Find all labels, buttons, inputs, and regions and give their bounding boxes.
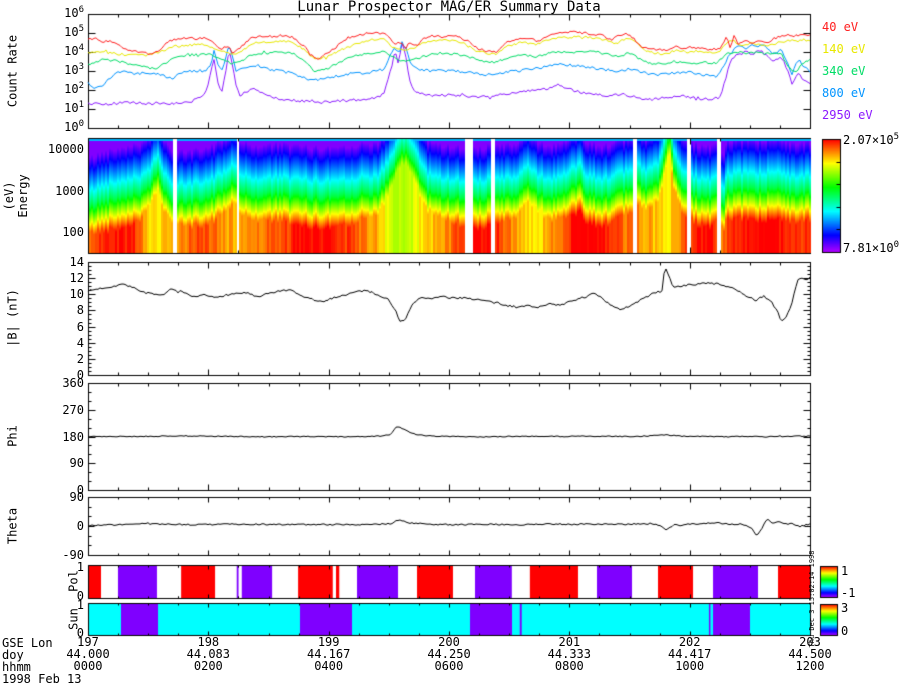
sun-colorbar-min-label: 0	[841, 624, 849, 638]
x-tick-label-hhmm: 0400	[314, 659, 344, 673]
pol-colorbar-min-label: -1	[841, 586, 856, 600]
y-tick-label-phi: 360	[62, 376, 84, 390]
spectrogram-colorbar-max-label: 2.07×105	[843, 132, 899, 147]
y-axis-title-energy-line2: Energy	[16, 174, 30, 218]
y-tick-label-theta: 90	[69, 490, 84, 504]
page-title: Lunar Prospector MAG/ER Summary Data	[297, 0, 601, 15]
y-tick-label-phi: 180	[62, 429, 84, 444]
y-tick-label-count-rate: 103	[64, 62, 84, 77]
pol-colorbar-max-label: 1	[841, 564, 849, 578]
y-tick-label-bmag: 4	[76, 335, 84, 350]
legend-item-340ev: 340 eV	[822, 64, 866, 78]
y-tick-label-energy: 10000	[47, 142, 84, 157]
x-tick-label-hhmm: 0600	[434, 659, 464, 673]
y-tick-label-bmag: 2	[76, 351, 84, 366]
x-tick-label-hhmm: 1000	[675, 659, 705, 673]
spectrogram-colorbar-min-label: 7.81×100	[843, 240, 899, 255]
y-tick-label-count-rate: 105	[64, 24, 84, 39]
y-tick-label-count-rate: 106	[64, 5, 84, 20]
y-tick-label-pol: 1	[76, 560, 84, 574]
y-axis-title-energy-line1: (eV)	[2, 181, 16, 211]
y-tick-label-phi: 270	[62, 402, 84, 417]
y-tick-label-bmag: 8	[76, 303, 84, 318]
legend-item-2950ev: 2950 eV	[822, 108, 873, 122]
plot-canvas	[0, 0, 900, 700]
y-axis-title-phi: Phi	[5, 425, 20, 447]
y-tick-label-count-rate: 101	[64, 100, 84, 115]
y-axis-title-count-rate: Count Rate	[5, 34, 20, 108]
y-axis-title-energy: (eV) Energy	[2, 174, 30, 217]
legend-item-140ev: 140 eV	[822, 42, 866, 56]
y-tick-label-count-rate: 100	[64, 119, 84, 134]
lunar-prospector-summary-plot: Lunar Prospector MAG/ER Summary Data Cou…	[0, 0, 900, 700]
x-tick-label-hhmm: 0800	[554, 659, 584, 673]
creation-timestamp: Thu Dec 3 15:02:14 1998	[808, 550, 816, 648]
y-tick-label-bmag: 14	[69, 255, 84, 269]
y-tick-label-theta: 0	[76, 519, 84, 533]
legend-item-800ev: 800 eV	[822, 86, 866, 100]
x-tick-label-hhmm: 0000	[73, 659, 103, 673]
date-label: 1998 Feb 13	[2, 672, 82, 686]
y-tick-label-sun: 1	[76, 598, 84, 612]
x-tick-label-hhmm: 1200	[795, 659, 825, 673]
y-tick-label-count-rate: 102	[64, 81, 84, 96]
y-tick-label-count-rate: 104	[64, 43, 84, 58]
y-tick-label-bmag: 6	[76, 319, 84, 334]
y-axis-title-bmag: |B| (nT)	[5, 289, 20, 347]
y-tick-label-phi: 90	[69, 456, 84, 471]
y-tick-label-energy: 100	[62, 224, 84, 239]
y-tick-label-energy: 1000	[55, 183, 84, 198]
x-tick-label-hhmm: 0200	[193, 659, 223, 673]
sun-colorbar-max-label: 3	[841, 601, 849, 615]
legend-item-40ev: 40 eV	[822, 20, 859, 34]
y-tick-label-bmag: 12	[69, 271, 84, 286]
y-tick-label-bmag: 10	[69, 287, 84, 302]
y-axis-title-theta: Theta	[5, 507, 20, 545]
